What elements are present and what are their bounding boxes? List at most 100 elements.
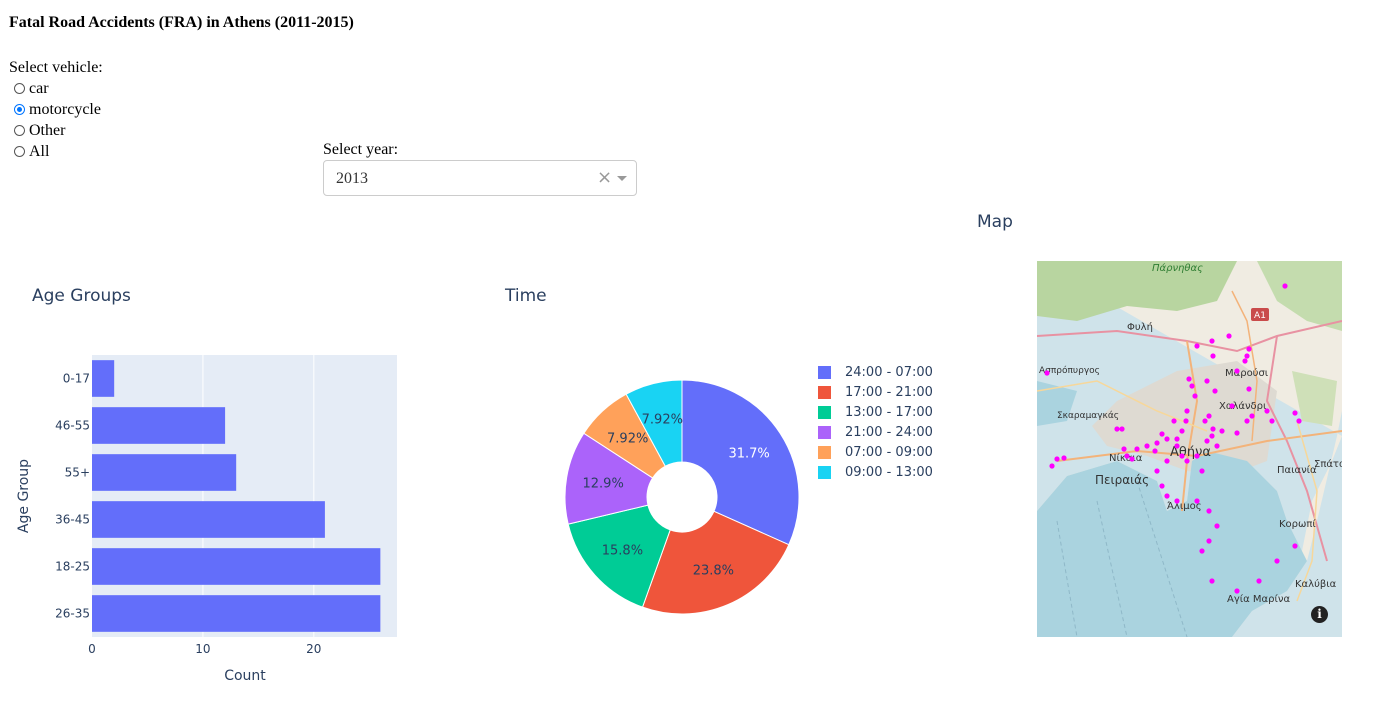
accident-marker <box>1189 383 1195 389</box>
accident-marker <box>1144 443 1150 449</box>
year-label: Select year: <box>323 141 399 158</box>
legend-item[interactable]: 07:00 - 09:00 <box>818 442 933 462</box>
legend-label: 13:00 - 17:00 <box>845 404 933 420</box>
legend-item[interactable]: 09:00 - 13:00 <box>818 462 933 482</box>
vehicle-option-label: motorcycle <box>29 101 101 118</box>
map-sea <box>1037 451 1307 637</box>
accident-marker <box>1292 410 1298 416</box>
radio-motorcycle[interactable] <box>14 104 25 115</box>
accident-marker <box>1174 436 1180 442</box>
time-pie-chart: 31.7% 23.8% 15.8% 12.9% 7.92% 7.92% <box>564 379 800 615</box>
age-bar-chart: 0-1746-5555+36-4518-2526-35 0 10 20 Count … <box>16 355 397 684</box>
legend-item[interactable]: 24:00 - 07:00 <box>818 362 933 382</box>
pie-label: 31.7% <box>728 446 769 461</box>
accident-marker <box>1194 498 1200 504</box>
accident-marker <box>1264 408 1270 414</box>
vehicle-option-motorcycle[interactable]: motorcycle <box>9 99 103 120</box>
radio-all[interactable] <box>14 146 25 157</box>
vehicle-option-other[interactable]: Other <box>9 120 103 141</box>
pie-label: 7.92% <box>607 431 648 446</box>
legend-swatch <box>818 365 831 379</box>
accident-marker <box>1234 588 1240 594</box>
accident-marker <box>1184 458 1190 464</box>
accident-marker <box>1134 446 1140 452</box>
accident-marker <box>1186 376 1192 382</box>
accident-marker <box>1210 426 1216 432</box>
map-canvas[interactable]: A1 Πάρνηθας Φυλή Ασπρόπυργος Μαρούσι Χαλ… <box>1037 261 1342 637</box>
map-label: Σπάτα <box>1314 458 1342 470</box>
accident-marker <box>1129 456 1135 462</box>
map-label: Παιανία <box>1277 464 1317 476</box>
legend-label: 24:00 - 07:00 <box>845 364 933 380</box>
accident-marker <box>1229 403 1235 409</box>
pie-label: 23.8% <box>693 564 734 579</box>
radio-car[interactable] <box>14 83 25 94</box>
legend-label: 17:00 - 21:00 <box>845 384 933 400</box>
accident-marker <box>1183 418 1189 424</box>
vehicle-option-all[interactable]: All <box>9 141 103 162</box>
accident-marker <box>1274 558 1280 564</box>
page-title: Fatal Road Accidents (FRA) in Athens (20… <box>9 14 354 31</box>
chevron-down-icon[interactable] <box>617 176 627 181</box>
accident-marker <box>1234 368 1240 374</box>
accident-marker <box>1249 413 1255 419</box>
vehicle-option-label: All <box>29 143 50 160</box>
accident-marker <box>1210 353 1216 359</box>
accident-marker <box>1296 418 1302 424</box>
accident-marker <box>1214 443 1220 449</box>
map-label: Καλύβια <box>1295 578 1337 590</box>
accident-marker <box>1242 358 1248 364</box>
vehicle-option-car[interactable]: car <box>9 78 103 99</box>
x-tick-label: 20 <box>306 642 321 656</box>
accident-marker <box>1184 408 1190 414</box>
accident-marker <box>1199 468 1205 474</box>
accident-marker <box>1154 468 1160 474</box>
accident-marker <box>1226 333 1232 339</box>
info-icon[interactable]: i <box>1311 606 1328 623</box>
clear-icon[interactable]: × <box>597 167 612 188</box>
x-tick-label: 0 <box>88 642 96 656</box>
legend-label: 21:00 - 24:00 <box>845 424 933 440</box>
accident-marker <box>1192 393 1198 399</box>
accident-marker <box>1044 370 1050 376</box>
accident-marker <box>1164 493 1170 499</box>
accident-marker <box>1121 446 1127 452</box>
accident-marker <box>1214 523 1220 529</box>
accident-marker <box>1179 428 1185 434</box>
accident-marker <box>1209 433 1215 439</box>
accident-marker <box>1269 418 1275 424</box>
map-title: Map <box>977 212 1013 232</box>
map-label: Πειραιάς <box>1095 473 1149 487</box>
age-chart-title: Age Groups <box>32 286 131 306</box>
legend-swatch <box>818 465 831 479</box>
accident-marker <box>1246 346 1252 352</box>
legend-item[interactable]: 21:00 - 24:00 <box>818 422 933 442</box>
year-value: 2013 <box>336 170 368 187</box>
legend-item[interactable]: 17:00 - 21:00 <box>818 382 933 402</box>
legend-swatch <box>818 385 831 399</box>
map-label: Πάρνηθας <box>1152 262 1203 274</box>
accident-marker <box>1234 430 1240 436</box>
pie-slice-0 <box>681 379 800 546</box>
vehicle-option-label: car <box>29 80 49 97</box>
accident-marker <box>1061 455 1067 461</box>
accident-marker <box>1194 453 1200 459</box>
accident-marker <box>1049 463 1055 469</box>
accident-marker <box>1152 448 1158 454</box>
accident-marker <box>1244 353 1250 359</box>
accident-marker <box>1154 440 1160 446</box>
bar-46-55 <box>92 407 226 444</box>
legend-item[interactable]: 13:00 - 17:00 <box>818 402 933 422</box>
radio-other[interactable] <box>14 125 25 136</box>
accident-marker <box>1204 378 1210 384</box>
year-dropdown[interactable]: 2013 × <box>323 160 637 196</box>
map-view[interactable]: A1 Πάρνηθας Φυλή Ασπρόπυργος Μαρούσι Χαλ… <box>1037 261 1342 637</box>
time-legend: 24:00 - 07:00 17:00 - 21:00 13:00 - 17:00 2… <box>818 362 933 482</box>
accident-marker <box>1204 438 1210 444</box>
y-tick-label: 26-35 <box>55 607 90 621</box>
accident-marker <box>1194 343 1200 349</box>
x-tick-label: 10 <box>195 642 210 656</box>
y-axis-title: Age Group <box>16 459 32 533</box>
accident-marker <box>1246 386 1252 392</box>
bar-36-45 <box>92 501 325 538</box>
